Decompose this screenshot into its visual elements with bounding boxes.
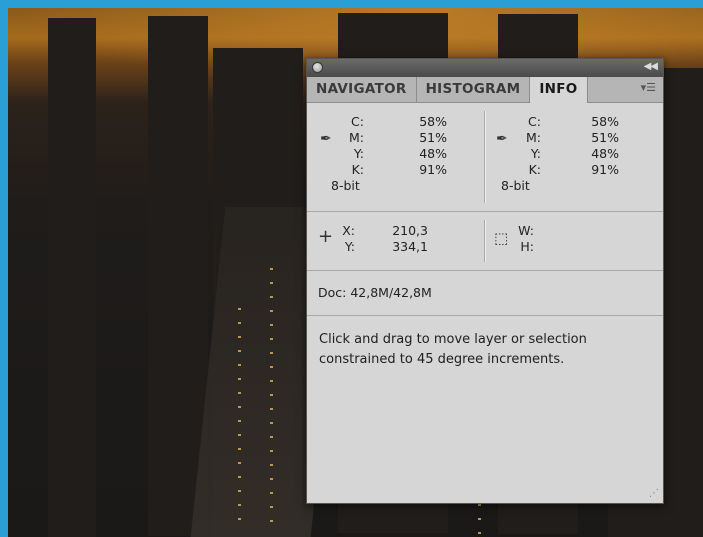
eyedropper-icon[interactable]: ✒ [496,131,508,147]
right-c-label: C: [528,114,541,129]
tab-histogram[interactable]: HISTOGRAM [417,77,531,102]
position-size-section: + X: Y: 210,3 334,1 ⬚ W: H: [307,212,663,271]
right-k-value: 91% [591,162,619,177]
right-bit-depth: 8-bit [501,178,530,193]
divider [484,220,486,262]
left-m-label: M: [349,130,364,145]
tab-navigator[interactable]: NAVIGATOR [307,77,417,102]
left-m-value: 51% [419,130,447,145]
left-y-value: 48% [419,146,447,161]
y-label: Y: [344,239,355,254]
right-m-value: 51% [591,130,619,145]
status-message: Click and drag to move layer or selectio… [319,332,587,367]
panel-menu-icon[interactable]: ▾☰ [641,81,656,94]
panel-titlebar[interactable]: ◀◀ [307,59,663,77]
panel-tabs: NAVIGATOR HISTOGRAM INFO ▾☰ [307,77,663,103]
x-label: X: [342,223,355,238]
tab-info[interactable]: INFO [530,77,588,103]
right-c-value: 58% [591,114,619,129]
left-bit-depth: 8-bit [331,178,360,193]
right-y-value: 48% [591,146,619,161]
crosshair-icon: + [318,226,334,247]
left-k-label: K: [351,162,364,177]
left-c-value: 58% [419,114,447,129]
y-value: 334,1 [392,239,428,254]
w-label: W: [518,223,534,238]
left-k-value: 91% [419,162,447,177]
doc-size-section: Doc: 42,8M/42,8M [307,271,663,316]
left-c-label: C: [351,114,364,129]
resize-grip-icon[interactable]: ⋰ [649,488,659,499]
selection-icon: ⬚ [494,229,509,247]
x-value: 210,3 [392,223,428,238]
h-label: H: [520,239,534,254]
close-icon[interactable] [312,62,323,73]
divider [484,111,486,203]
doc-size: Doc: 42,8M/42,8M [318,285,432,300]
right-m-label: M: [526,130,541,145]
right-k-label: K: [528,162,541,177]
info-panel: ◀◀ NAVIGATOR HISTOGRAM INFO ▾☰ ✒ C: M: Y… [306,58,664,504]
color-readout-section: ✒ C: M: Y: K: 58% 51% 48% 91% 8-bit ✒ C:… [307,103,663,212]
right-y-label: Y: [530,146,541,161]
left-y-label: Y: [353,146,364,161]
status-message-section: Click and drag to move layer or selectio… [307,316,663,486]
eyedropper-icon[interactable]: ✒ [320,131,332,147]
collapse-icon[interactable]: ◀◀ [644,61,658,72]
